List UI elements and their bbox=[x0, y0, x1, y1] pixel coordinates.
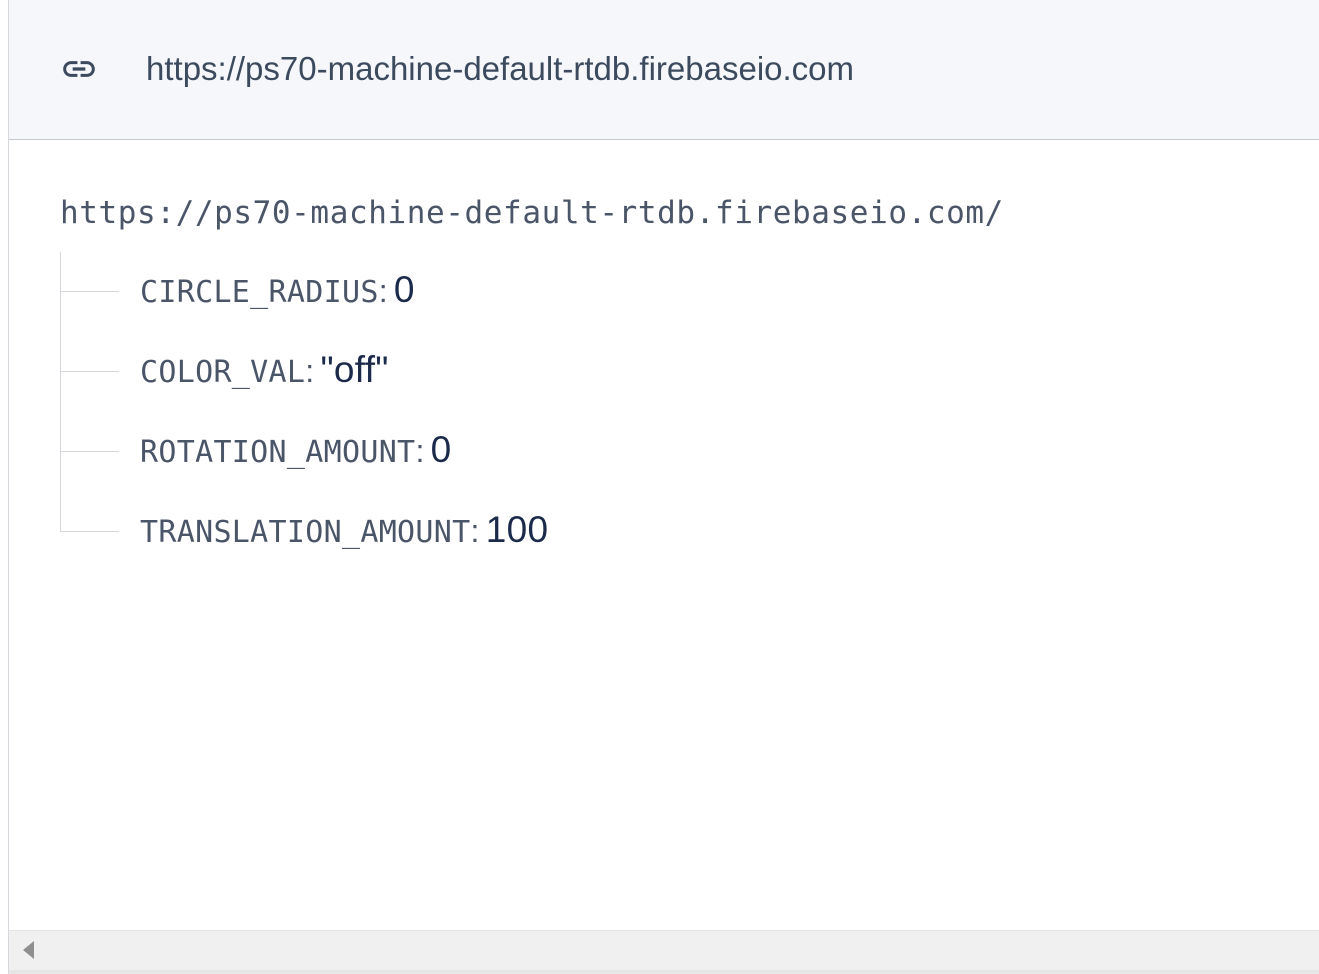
scroll-left-arrow-icon[interactable] bbox=[23, 941, 34, 959]
url-header: https://ps70-machine-default-rtdb.fireba… bbox=[9, 0, 1319, 140]
horizontal-scrollbar[interactable] bbox=[9, 930, 1319, 970]
tree-root-url[interactable]: https://ps70-machine-default-rtdb.fireba… bbox=[60, 190, 1004, 236]
node-value[interactable]: "off" bbox=[320, 349, 388, 390]
tree-branch-line bbox=[60, 451, 119, 452]
node-value[interactable]: 0 bbox=[431, 429, 452, 470]
database-url[interactable]: https://ps70-machine-default-rtdb.fireba… bbox=[146, 46, 854, 92]
tree-node-translation-amount[interactable]: TRANSLATION_AMOUNT: 100 bbox=[60, 492, 1260, 550]
tree-node-circle-radius[interactable]: CIRCLE_RADIUS: 0 bbox=[60, 252, 1260, 310]
node-key[interactable]: CIRCLE_RADIUS bbox=[140, 275, 379, 310]
key-value-separator: : bbox=[305, 353, 315, 389]
database-viewer-panel: https://ps70-machine-default-rtdb.fireba… bbox=[8, 0, 1319, 974]
key-value-separator: : bbox=[470, 513, 480, 549]
key-value-separator: : bbox=[415, 433, 425, 469]
node-value[interactable]: 100 bbox=[486, 509, 549, 550]
tree-node-rotation-amount[interactable]: ROTATION_AMOUNT: 0 bbox=[60, 412, 1260, 470]
key-value-separator: : bbox=[378, 273, 388, 309]
link-icon[interactable] bbox=[53, 50, 105, 88]
tree-branch-line bbox=[60, 531, 119, 532]
node-key[interactable]: TRANSLATION_AMOUNT bbox=[140, 515, 471, 550]
tree-branch-line bbox=[60, 291, 119, 292]
tree-branch-line bbox=[60, 371, 119, 372]
panel-bottom-border bbox=[9, 970, 1319, 974]
node-key[interactable]: ROTATION_AMOUNT bbox=[140, 435, 415, 470]
node-value[interactable]: 0 bbox=[394, 269, 415, 310]
node-key[interactable]: COLOR_VAL bbox=[140, 355, 305, 390]
tree-node-color-val[interactable]: COLOR_VAL: "off" bbox=[60, 332, 1260, 390]
